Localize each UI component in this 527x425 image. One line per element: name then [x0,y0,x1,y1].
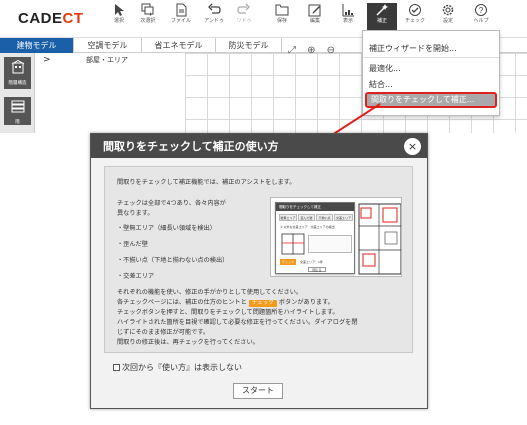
multi-select-icon [141,3,154,16]
para-5: じずにそのまま修正が可能です。 [117,329,210,336]
menu-separator [363,57,499,58]
intro-text: 間取りをチェックして補正機能では、補正のアシストをします。 [117,179,296,186]
gear-icon [442,4,454,16]
mini-plan-icon [281,233,305,255]
floorplan-preview-icon [358,203,401,275]
app-window: CADECT 選択 次選択 ファイル アンドゥ リドゥ 保存 編集 表示 補正 … [0,0,527,425]
magic-wand-icon [376,4,388,16]
check-item-2: ・歪んだ壁 [117,241,148,248]
undo-button[interactable]: アンドゥ [199,3,229,37]
mini-dialog: 間取りをチェックして補正 壁無エリア 歪んだ壁 不揃い点 交差エリア ① 以外な… [275,202,355,274]
left-panel: 階層構造 階 [0,53,35,133]
save-icon [275,4,289,16]
file-icon [176,3,187,17]
close-icon[interactable]: × [404,138,421,155]
correction-dropdown: 補正ウィザードを開始... 最適化... 結合... 間取りをチェックして補正.… [362,30,500,116]
help-icon: ? [475,4,487,16]
edit-button[interactable]: 編集 [300,3,330,37]
menu-item-check-fix[interactable]: 間取りをチェックして補正... [365,92,497,108]
para-4: ハイライトされた箇所を目視で確認して必要な修正を行ってください。ダイアログを閉 [117,319,358,326]
cursor-icon [115,4,124,16]
mini-check-badge: チェック [280,259,296,265]
start-button[interactable]: スタート [233,383,283,399]
svg-text:?: ? [479,6,484,15]
menu-item-simplify[interactable]: 最適化... [369,63,401,74]
layers-icon [11,100,24,113]
room-area-label: 部屋・エリア [86,56,128,64]
building-icon [11,59,24,74]
tab-hvac-model[interactable]: 空調モデル [74,38,142,53]
expand-arrow-icon[interactable]: > [43,55,51,65]
edit-icon [308,4,321,17]
display-button[interactable]: 表示 [333,3,363,37]
dont-show-again-option[interactable]: 次回から『使い方』は表示しない [113,362,242,373]
para-1: それぞれの機能を使い、修正の手がかりとして使用してください。 [117,289,303,296]
dont-show-checkbox[interactable] [113,364,120,371]
para-3: チェックボタンを押すと、間取りをチェックして問題箇所をハイライトします。 [117,309,339,316]
redo-button[interactable]: リドゥ [229,3,259,37]
menu-item-wizard[interactable]: 補正ウィザードを開始... [369,43,457,54]
dialog-title: 間取りをチェックして補正の使い方 [103,140,279,153]
para-6: 間取りの修正後は、再チェックを行ってください。 [117,339,259,346]
display-icon [342,4,354,17]
select-tool-button[interactable]: 選択 [104,3,134,37]
check-badge-sample: チェック [248,300,277,307]
floor-button[interactable]: 階 [4,97,31,125]
undo-icon [208,3,221,14]
usage-illustration: 間取りをチェックして補正 壁無エリア 歪んだ壁 不揃い点 交差エリア ① 以外な… [270,197,402,277]
check-item-3: ・不揃い点（下地と揃わない点の検出） [117,257,229,264]
multi-select-tool-button[interactable]: 次選択 [133,3,163,37]
tab-disaster-model[interactable]: 防災モデル [216,38,282,53]
para-2: 各チェックページには、補正の仕方のヒントと チェック ボタンがあります。 [117,299,334,307]
file-button[interactable]: ファイル [166,3,196,37]
save-button[interactable]: 保存 [267,3,297,37]
mini-close-button: 閉じる [308,267,326,272]
redo-icon [237,3,250,14]
menu-item-merge[interactable]: 結合... [369,79,393,90]
view-tools: ⤢ ⊕ ⊖ [288,38,341,56]
dialog-header: 間取りをチェックして補正の使い方 × [91,134,427,158]
check-item-1: ・壁無エリア（細長い領域を検出） [117,225,216,232]
dialog-body: 間取りをチェックして補正機能では、補正のアシストをします。 チェックは全部で4つ… [104,166,413,353]
check-desc-1: チェックは全部で4つあり、各々内容が [117,200,226,207]
check-icon [409,4,421,16]
usage-dialog: 間取りをチェックして補正の使い方 × 間取りをチェックして補正機能では、補正のア… [90,133,428,409]
check-item-4: ・交差エリア [117,273,155,280]
check-desc-2: 異なります。 [117,210,154,217]
hierarchy-button[interactable]: 階層構造 [4,57,31,89]
app-logo: CADECT [18,10,84,27]
tab-building-model[interactable]: 建物モデル [0,38,74,53]
tab-energy-model[interactable]: 省エネモデル [142,38,216,53]
